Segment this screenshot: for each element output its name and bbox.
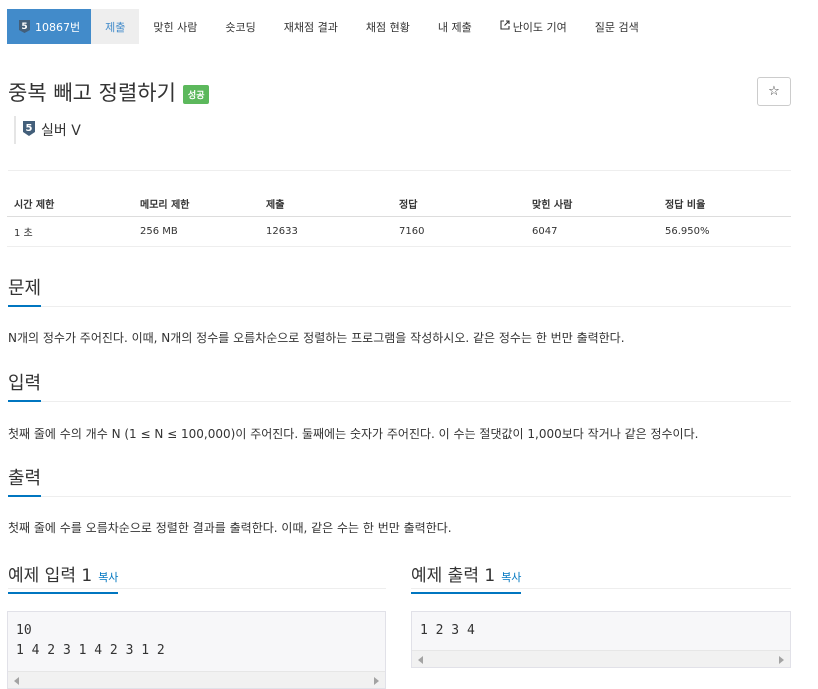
success-badge: 성공 [182, 84, 210, 104]
problem-title-row: 중복 빼고 정렬하기 성공 [8, 77, 210, 107]
nav-difficulty-label: 난이도 기여 [512, 20, 567, 34]
scroll-left-icon[interactable] [418, 656, 423, 664]
horizontal-scrollbar[interactable] [412, 650, 790, 667]
header-submissions: 제출 [266, 199, 285, 211]
svg-text:5: 5 [26, 123, 33, 134]
nav-my-submissions[interactable]: 내 제출 [424, 9, 486, 44]
tier-display: 5 실버 V [14, 116, 81, 144]
nav-problem-id-label: 10867번 [35, 20, 81, 34]
silver-tier-icon: 5 [22, 120, 36, 141]
problem-heading: 문제 [8, 274, 42, 307]
copy-input-button[interactable]: 복사 [98, 571, 118, 584]
scroll-left-icon[interactable] [14, 677, 19, 685]
divider [411, 588, 791, 589]
output-description: 첫째 줄에 수를 오름차순으로 정렬한 결과를 출력한다. 이때, 같은 수는 … [8, 521, 452, 535]
value-accept-ratio: 56.950% [665, 226, 710, 237]
star-button[interactable]: ☆ [757, 77, 791, 106]
page-title: 중복 빼고 정렬하기 [8, 81, 176, 105]
problem-description: N개의 정수가 주어진다. 이때, N개의 정수를 오름차순으로 정렬하는 프로… [8, 331, 625, 345]
sample-output-heading: 예제 출력 1 복사 [411, 561, 522, 594]
header-solvers: 맞힌 사람 [532, 199, 573, 211]
sample-input-box[interactable]: 10 1 4 2 3 1 4 2 3 1 2 [7, 611, 386, 689]
problem-info-table: 시간 제한 메모리 제한 제출 정답 맞힌 사람 정답 비율 1 초 256 M… [7, 190, 791, 247]
scroll-right-icon[interactable] [374, 677, 379, 685]
sample-input-header: 예제 입력 1 복사 [8, 561, 119, 594]
input-description: 첫째 줄에 수의 개수 N (1 ≤ N ≤ 100,000)이 주어진다. 둘… [8, 427, 699, 441]
nav-problem-id[interactable]: 5 10867번 [7, 9, 92, 44]
sample-output-box[interactable]: 1 2 3 4 [411, 611, 791, 668]
horizontal-scrollbar[interactable] [8, 671, 385, 688]
output-heading: 출력 [8, 464, 42, 497]
value-memory-limit: 256 MB [140, 226, 178, 237]
nav-difficulty-contribution[interactable]: 난이도 기여 [486, 9, 581, 44]
silver-tier-badge-icon: 5 [18, 19, 31, 34]
divider [8, 170, 791, 171]
table-row: 1 초 256 MB 12633 7160 6047 56.950% [7, 217, 791, 247]
sample-output-header: 예제 출력 1 복사 [411, 561, 522, 594]
table-header-row: 시간 제한 메모리 제한 제출 정답 맞힌 사람 정답 비율 [7, 190, 791, 217]
nav-judge-status[interactable]: 채점 현황 [352, 9, 424, 44]
problem-section-header: 문제 [8, 274, 791, 307]
input-heading: 입력 [8, 369, 42, 402]
input-section-header: 입력 [8, 369, 791, 402]
value-submissions: 12633 [266, 226, 298, 237]
external-link-icon [500, 20, 510, 33]
output-section-header: 출력 [8, 464, 791, 497]
sample-input-text: 10 1 4 2 3 1 4 2 3 1 2 [16, 623, 165, 658]
value-solvers: 6047 [532, 226, 558, 237]
svg-text:5: 5 [21, 22, 27, 32]
scroll-right-icon[interactable] [779, 656, 784, 664]
header-accepted: 정답 [399, 199, 418, 211]
tier-label: 실버 V [41, 123, 81, 139]
header-memory-limit: 메모리 제한 [140, 199, 190, 211]
nav-rejudge-results[interactable]: 재채점 결과 [270, 9, 352, 44]
header-accept-ratio: 정답 비율 [665, 199, 706, 211]
header-time-limit: 시간 제한 [14, 199, 55, 211]
copy-output-button[interactable]: 복사 [501, 571, 521, 584]
nav-solved-users[interactable]: 맞힌 사람 [139, 9, 211, 44]
value-time-limit: 1 초 [14, 228, 33, 239]
nav-question-search[interactable]: 질문 검색 [581, 9, 653, 44]
divider [8, 588, 386, 589]
value-accepted: 7160 [399, 226, 425, 237]
nav-short-coding[interactable]: 숏코딩 [211, 9, 269, 44]
sample-input-heading: 예제 입력 1 복사 [8, 561, 119, 594]
problem-nav: 5 10867번 제출 맞힌 사람 숏코딩 재채점 결과 채점 현황 내 제출 … [7, 9, 653, 44]
nav-submit[interactable]: 제출 [91, 9, 140, 44]
sample-output-text: 1 2 3 4 [420, 623, 475, 638]
